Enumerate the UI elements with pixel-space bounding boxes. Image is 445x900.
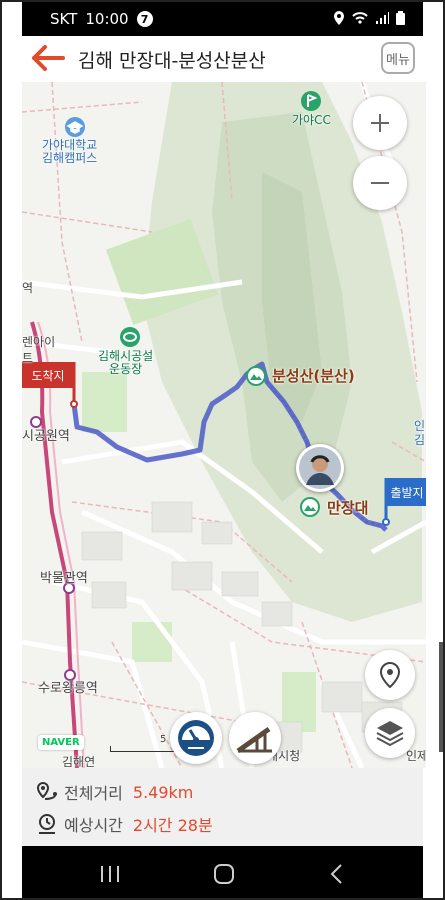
layers-button[interactable] [365, 708, 415, 758]
station-label-1: 시공원역 [22, 429, 70, 444]
map-label-edge-gim: 김 [414, 433, 426, 447]
mountain-icon [300, 497, 320, 517]
map-label-gaya-univ: 가야대학교 김해캠퍼스 [42, 138, 98, 166]
peak-label-manjang: 만장대 [327, 499, 369, 517]
zoom-in-icon [371, 114, 389, 132]
stadium-icon [120, 327, 140, 347]
location-status-icon [334, 11, 344, 25]
map-label-stadium: 김해시공설 운동장 [98, 349, 154, 377]
location-button[interactable] [365, 650, 415, 700]
back-arrow-icon [32, 45, 65, 71]
distance-value: 5.49km [132, 782, 194, 802]
end-flag[interactable]: 도착지 [22, 358, 80, 408]
zoom-in-button[interactable] [353, 96, 407, 150]
recent-apps-button[interactable] [90, 860, 130, 888]
page-title: 김해 만장대-분성산분산 [78, 50, 266, 72]
mountain-icon [246, 366, 266, 386]
incline-button[interactable] [229, 712, 281, 764]
map-label-gaya-cc: 가야CC [292, 113, 331, 127]
location-pin-icon [379, 662, 401, 688]
golf-icon [301, 91, 321, 111]
wifi-icon [352, 12, 368, 24]
scroll-indicator [439, 642, 443, 752]
system-nav-bar [22, 846, 423, 898]
status-bar: SKT 10:00 7 [22, 2, 423, 36]
map-label-edge-in: 인 [414, 419, 426, 433]
map-label-bottom-1: 김해연 [62, 755, 96, 768]
distance-label: 전체거리 [64, 784, 123, 803]
distance-row: 전체거리 5.49km [36, 780, 193, 804]
station-label-2: 박물관역 [40, 571, 88, 586]
notification-badge: 7 [136, 11, 153, 27]
map-label-bottom-3: 인제 [406, 749, 426, 763]
university-icon [65, 117, 85, 137]
avatar-photo-icon [299, 447, 341, 489]
distance-icon [36, 781, 57, 800]
compass-button[interactable] [170, 712, 222, 764]
carrier-label: SKT [50, 10, 78, 28]
zoom-out-button[interactable] [353, 156, 407, 210]
recent-apps-icon [101, 866, 119, 882]
layers-icon [376, 721, 404, 747]
map-label-edge-renai: 렌아이 [22, 335, 56, 349]
naver-logo: NAVER [38, 735, 84, 750]
battery-icon [396, 11, 405, 25]
map-label-edge-teu: 트 [22, 351, 34, 365]
scale-label: 5 [160, 734, 167, 745]
back-nav-icon [330, 864, 342, 884]
signal-icon [376, 12, 389, 24]
back-button[interactable] [30, 44, 66, 72]
back-nav-button[interactable] [316, 860, 356, 888]
clock-label: 10:00 [85, 10, 129, 28]
map-label-edge-yeok: 역 [22, 281, 34, 295]
incline-icon [236, 726, 272, 754]
user-avatar[interactable] [296, 444, 344, 492]
end-flag-label: 도착지 [31, 368, 65, 383]
app-frame: SKT 10:00 7 김해 만장대-분성산분산 메뉴 가야CC 가야대학교 김… [0, 0, 445, 900]
peak-label-bunseong: 분성산(분산) [272, 367, 355, 385]
start-flag[interactable]: 출발지 [382, 476, 426, 526]
menu-button[interactable]: 메뉴 [381, 42, 415, 74]
time-value: 2시간 28분 [132, 816, 213, 835]
map-view[interactable]: 가야CC 가야대학교 김해캠퍼스 김해시공설 운동장 분성산(분산) 만장대 출… [22, 82, 426, 768]
home-icon [214, 864, 234, 884]
zoom-out-icon [371, 182, 389, 184]
clock-icon [39, 814, 55, 834]
compass-icon [178, 720, 214, 756]
time-row: 예상시간 2시간 28분 [36, 812, 213, 836]
route-info-panel: 전체거리 5.49km 예상시간 2시간 28분 [22, 768, 423, 846]
app-header: 김해 만장대-분성산분산 메뉴 [22, 36, 423, 82]
home-button[interactable] [204, 860, 244, 888]
station-label-3: 수로왕릉역 [38, 681, 98, 696]
start-flag-label: 출발지 [390, 485, 424, 500]
time-label: 예상시간 [64, 816, 123, 835]
